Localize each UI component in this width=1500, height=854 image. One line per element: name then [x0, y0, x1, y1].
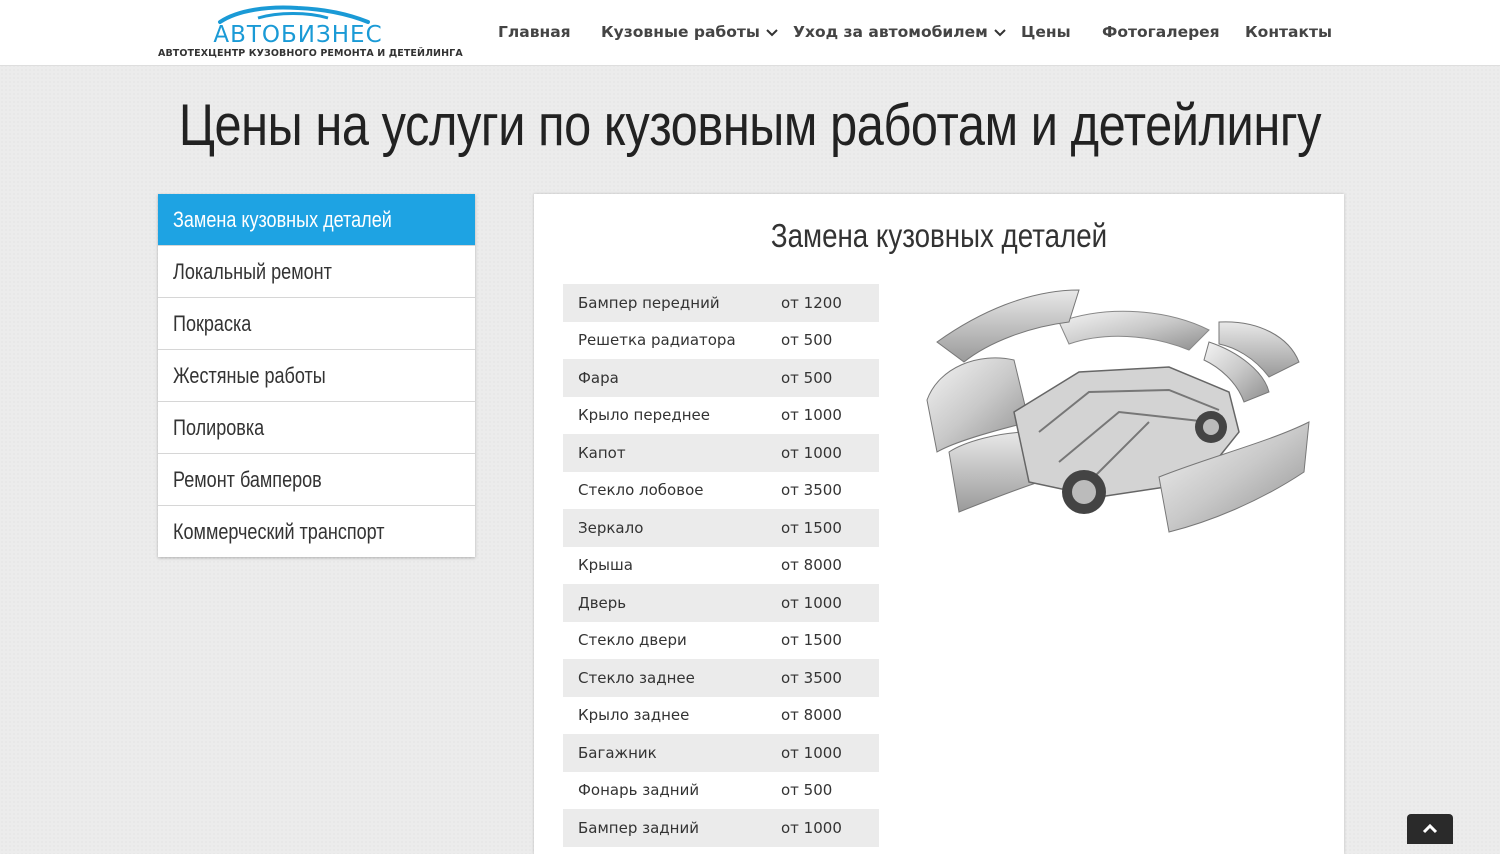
price-item-name: Стекло заднее — [563, 659, 781, 697]
price-item-value: от 1000 — [781, 434, 879, 472]
table-row: Багажник от 1000 — [563, 734, 879, 772]
table-row: Капот от 1000 — [563, 434, 879, 472]
table-row: Бампер передний от 1200 — [563, 284, 879, 322]
main-nav: Главная Кузовные работы Уход за автомоби… — [0, 0, 1500, 65]
scroll-to-top-button[interactable] — [1407, 814, 1453, 844]
table-row: Крыша от 8000 — [563, 547, 879, 585]
price-item-value: от 8000 — [781, 706, 842, 725]
sidebar-item-label: Полировка — [173, 415, 265, 440]
price-item-name: Решетка радиатора — [578, 331, 736, 350]
table-row: Зеркало от 1500 — [563, 509, 879, 547]
price-item-name: Зеркало — [563, 509, 781, 547]
nav-body-work-label: Кузовные работы — [601, 23, 760, 41]
chevron-up-icon — [1422, 823, 1438, 834]
nav-contacts[interactable]: Контакты — [1245, 21, 1332, 43]
price-item-value: от 1000 — [781, 584, 879, 622]
price-item-name: Крыло переднее — [578, 406, 710, 425]
sidebar-item-label: Замена кузовных деталей — [173, 207, 392, 232]
price-item-name: Стекло двери — [578, 631, 687, 650]
price-item-value: от 1000 — [781, 809, 879, 847]
sidebar-item-commercial[interactable]: Коммерческий транспорт — [158, 506, 475, 557]
sidebar-item-tin-work[interactable]: Жестяные работы — [158, 350, 475, 402]
price-item-name: Крыша — [578, 556, 633, 575]
sidebar-item-label: Коммерческий транспорт — [173, 519, 385, 544]
table-row: Стекло двери от 1500 — [563, 622, 879, 660]
panel-title: Замена кузовных деталей — [770, 217, 1108, 254]
price-item-value: от 500 — [781, 331, 833, 350]
chevron-down-icon — [766, 28, 778, 36]
price-item-name: Фонарь задний — [578, 781, 700, 800]
price-item-name: Дверь — [563, 584, 781, 622]
price-item-value: от 500 — [781, 781, 833, 800]
sidebar-item-local-repair[interactable]: Локальный ремонт — [158, 246, 475, 298]
price-item-name: Стекло лобовое — [578, 481, 704, 500]
price-item-name: Капот — [563, 434, 781, 472]
nav-gallery[interactable]: Фотогалерея — [1102, 21, 1220, 43]
nav-prices-label: Цены — [1021, 23, 1071, 41]
nav-home-label: Главная — [498, 23, 571, 41]
table-row: Решетка радиатора от 500 — [563, 322, 879, 360]
price-item-name: Багажник — [563, 734, 781, 772]
nav-body-work[interactable]: Кузовные работы — [601, 21, 778, 43]
car-body-parts-image — [926, 289, 1310, 533]
table-row: Фонарь задний от 500 — [563, 772, 879, 810]
price-item-value: от 1200 — [781, 284, 879, 322]
price-item-value: от 500 — [781, 359, 879, 397]
price-item-value: от 1000 — [781, 734, 879, 772]
nav-car-care-label: Уход за автомобилем — [793, 23, 988, 41]
nav-home[interactable]: Главная — [498, 21, 571, 43]
table-row: Стекло заднее от 3500 — [563, 659, 879, 697]
price-item-name: Бампер задний — [563, 809, 781, 847]
price-item-value: от 1500 — [781, 631, 842, 650]
services-sidebar: Замена кузовных деталей Локальный ремонт… — [158, 194, 475, 557]
price-item-value: от 3500 — [781, 659, 879, 697]
price-item-name: Крыло заднее — [578, 706, 690, 725]
sidebar-item-bumper-repair[interactable]: Ремонт бамперов — [158, 454, 475, 506]
nav-car-care[interactable]: Уход за автомобилем — [793, 21, 1006, 43]
content-panel: Замена кузовных деталей Бампер передний о… — [534, 194, 1344, 854]
chevron-down-icon — [994, 28, 1006, 36]
nav-gallery-label: Фотогалерея — [1102, 23, 1220, 41]
nav-contacts-label: Контакты — [1245, 23, 1332, 41]
price-item-value: от 8000 — [781, 556, 842, 575]
table-row: Стекло лобовое от 3500 — [563, 472, 879, 510]
price-item-value: от 1000 — [781, 406, 842, 425]
table-row: Бампер задний от 1000 — [563, 809, 879, 847]
price-item-name: Фара — [563, 359, 781, 397]
table-row: Дверь от 1000 — [563, 584, 879, 622]
nav-prices[interactable]: Цены — [1021, 21, 1071, 43]
sidebar-item-label: Покраска — [173, 311, 252, 336]
price-item-value: от 3500 — [781, 481, 842, 500]
sidebar-item-painting[interactable]: Покраска — [158, 298, 475, 350]
price-item-value: от 1500 — [781, 509, 879, 547]
sidebar-item-label: Жестяные работы — [173, 363, 326, 388]
price-item-name: Бампер передний — [563, 284, 781, 322]
sidebar-item-body-parts[interactable]: Замена кузовных деталей — [158, 194, 475, 246]
price-table: Бампер передний от 1200 Решетка радиатора о… — [563, 284, 879, 847]
sidebar-item-label: Ремонт бамперов — [173, 467, 322, 492]
page-title: Цены на услуги по кузовным работам и дет… — [178, 93, 1322, 158]
site-header: АВТОБИЗНЕС АВТОТЕХЦЕНТР КУЗОВНОГО РЕМОНТ… — [0, 0, 1500, 66]
table-row: Крыло переднее от 1000 — [563, 397, 879, 435]
sidebar-item-label: Локальный ремонт — [173, 259, 332, 284]
table-row: Крыло заднее от 8000 — [563, 697, 879, 735]
table-row: Фара от 500 — [563, 359, 879, 397]
sidebar-item-polishing[interactable]: Полировка — [158, 402, 475, 454]
